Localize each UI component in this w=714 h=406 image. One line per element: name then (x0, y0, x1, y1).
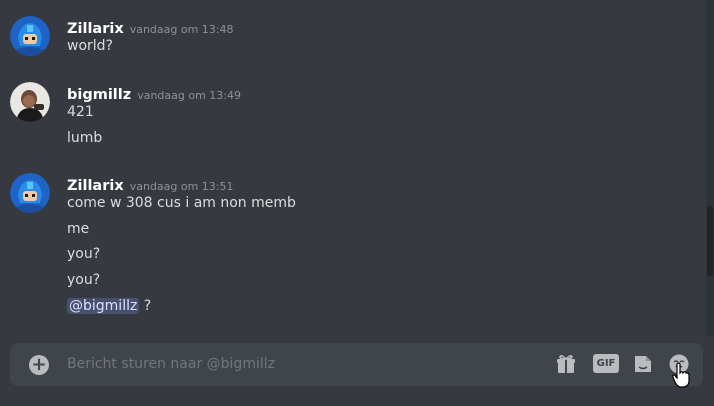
gif-label: GIF (596, 358, 616, 369)
message-text: come w 308 cus i am non memb (67, 195, 296, 211)
message-text: 421 (67, 104, 94, 120)
hand-cursor-icon (672, 362, 690, 392)
username[interactable]: Zillarix (67, 178, 124, 194)
user-mention[interactable]: @bigmillz (67, 298, 140, 314)
message-text: @bigmillz ? (67, 298, 151, 314)
add-attachment-icon[interactable]: + (29, 355, 49, 375)
message-text: world? (67, 38, 113, 54)
sticker-icon[interactable] (632, 353, 654, 379)
timestamp: vandaag om 13:49 (137, 89, 242, 102)
message-header: Zillarix vandaag om 13:48 (67, 18, 234, 37)
message-text: lumb (67, 130, 103, 146)
message-group: Zillarix vandaag om 13:51 come w 308 cus … (0, 171, 700, 321)
scrollbar-thumb[interactable] (707, 206, 713, 276)
message-text: you? (67, 246, 101, 262)
message-group: bigmillz vandaag om 13:49 421 lumb (0, 80, 700, 150)
scrollbar[interactable] (706, 0, 714, 336)
message-list: Zillarix vandaag om 13:48 world? bigmillz… (0, 0, 706, 336)
message-text: you? (67, 272, 101, 288)
message-text-tail: ? (139, 298, 152, 314)
message-text: me (67, 221, 90, 237)
username[interactable]: Zillarix (67, 21, 124, 37)
avatar[interactable] (10, 82, 50, 122)
message-header: bigmillz vandaag om 13:49 (67, 84, 241, 103)
timestamp: vandaag om 13:48 (129, 23, 234, 36)
message-input[interactable]: Bericht sturen naar @bigmillz (67, 356, 275, 372)
timestamp: vandaag om 13:51 (129, 180, 234, 193)
gif-icon[interactable]: GIF (593, 354, 619, 373)
username[interactable]: bigmillz (67, 87, 131, 103)
avatar[interactable] (10, 173, 50, 213)
message-header: Zillarix vandaag om 13:51 (67, 175, 234, 194)
avatar[interactable] (10, 16, 50, 56)
message-composer[interactable]: + Bericht sturen naar @bigmillz GIF (10, 343, 703, 386)
gift-icon[interactable] (555, 353, 577, 379)
message-group: Zillarix vandaag om 13:48 world? (0, 14, 700, 64)
